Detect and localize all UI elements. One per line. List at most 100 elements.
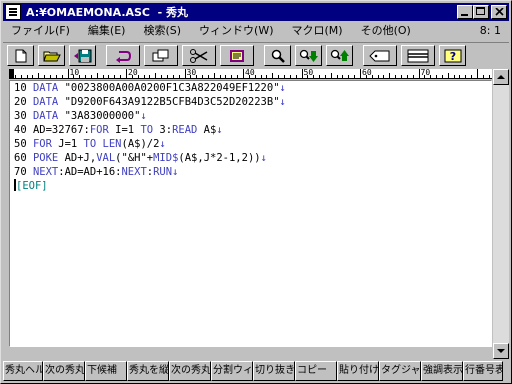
code-line[interactable]: 50 FOR J=1 TO LEN(A$)/2↓ (14, 137, 166, 151)
search-down-icon (299, 49, 318, 62)
scroll-down-button[interactable] (493, 343, 509, 359)
ruler-tick (20, 75, 22, 78)
ruler-label: 30 (186, 69, 197, 77)
ruler-tick (9, 69, 10, 78)
app-window: A:¥OMAEMONA.ASC - 秀丸 ファイル(F) 編集(E) 検索(S)… (0, 0, 512, 384)
ruler-tick (354, 75, 356, 78)
fkey-4[interactable]: 秀丸を縦 (127, 361, 169, 381)
ruler-tick (67, 69, 69, 78)
fkey-7[interactable]: 切り抜き (253, 361, 295, 381)
search-icon (271, 49, 285, 63)
new-file-button[interactable] (7, 45, 34, 66)
maximize-button[interactable] (473, 5, 489, 19)
close-button[interactable] (491, 5, 507, 19)
ruler-label: 10 (69, 69, 80, 77)
menu-window[interactable]: ウィンドウ(W) (190, 22, 282, 40)
save-button[interactable] (69, 45, 96, 66)
ruler-tick (55, 75, 57, 78)
ruler-tick (324, 75, 326, 78)
ruler-tick (61, 75, 63, 78)
search-button[interactable] (264, 45, 291, 66)
scroll-up-button[interactable] (493, 69, 509, 85)
code-line[interactable]: 70 NEXT:AD=AD+16:NEXT:RUN↓ (14, 165, 178, 179)
fkey-10[interactable]: タグジャン (379, 361, 421, 381)
tag-jump-icon (369, 50, 390, 61)
menu-edit[interactable]: 編集(E) (79, 22, 135, 40)
copy-button[interactable] (144, 45, 178, 66)
arrow-up-icon (497, 75, 505, 79)
ruler-tick (377, 75, 379, 78)
ruler-tick (196, 75, 198, 78)
cut-button[interactable] (182, 45, 216, 66)
ruler-tick (184, 69, 186, 78)
fkey-8[interactable]: コピー (295, 361, 337, 381)
ruler-tick (342, 75, 344, 78)
ruler-tick (85, 75, 87, 78)
code-line[interactable]: 30 DATA "3A83000000"↓ (14, 109, 147, 123)
search-up-button[interactable] (326, 45, 353, 66)
text-editor-area[interactable]: 10 DATA "0023800A00A0200F1C3A822049EF122… (9, 80, 492, 347)
copy-icon (152, 49, 169, 61)
split-window-button[interactable] (401, 45, 435, 66)
ruler-tick (26, 75, 28, 78)
vertical-scrollbar[interactable] (493, 69, 509, 359)
ruler-tick (161, 75, 163, 78)
tag-jump-button[interactable] (363, 45, 397, 66)
ruler-tick (155, 73, 157, 78)
ruler-label: 40 (245, 69, 255, 77)
fkey-9[interactable]: 貼り付け (337, 361, 379, 381)
ruler-tick (202, 75, 204, 78)
ruler-label: 50 (303, 69, 314, 77)
cursor-position: 8: 1 (479, 24, 501, 37)
hidemaru-app-icon[interactable] (5, 4, 21, 20)
ruler-tick (447, 73, 449, 78)
ruler-tick (418, 69, 420, 78)
ruler-tick (348, 75, 350, 78)
code-line[interactable]: 60 POKE AD+J,VAL("&H"+MID$(A$,J*2-1,2))↓ (14, 151, 267, 165)
ruler-tick (383, 75, 385, 78)
ruler-tick (400, 75, 402, 78)
ruler-tick (465, 75, 467, 78)
ruler-tick (49, 75, 51, 78)
ruler-tick (213, 73, 215, 78)
menu-macro[interactable]: マクロ(M) (283, 22, 352, 40)
fkey-1[interactable]: 秀丸ヘル (3, 361, 43, 381)
fkey-11[interactable]: 強調表示 (421, 361, 463, 381)
paste-button[interactable] (220, 45, 254, 66)
ruler-tick (126, 69, 127, 78)
code-line[interactable]: 20 DATA "D9200F643A9122B5CFB4D3C52D20223… (14, 95, 286, 109)
ruler-tick (319, 75, 321, 78)
fkey-12[interactable]: 行番号表 (463, 361, 503, 381)
ruler-tick (260, 75, 262, 78)
ruler-tick (14, 75, 16, 78)
menu-search[interactable]: 検索(S) (134, 22, 190, 40)
undo-button[interactable] (106, 45, 140, 66)
minimize-button[interactable] (457, 5, 473, 19)
menu-other[interactable]: その他(O) (352, 22, 420, 40)
ruler-label: 70 (420, 69, 431, 77)
fkey-5[interactable]: 次の秀丸 (169, 361, 211, 381)
paste-icon (230, 49, 244, 62)
open-file-button[interactable] (38, 45, 65, 66)
minimize-icon (461, 14, 468, 16)
menu-file[interactable]: ファイル(F) (3, 22, 79, 40)
ruler-tick (231, 75, 233, 78)
fkey-3[interactable]: 下候補 (85, 361, 127, 381)
help-button[interactable]: ? (439, 45, 466, 66)
search-down-button[interactable] (295, 45, 322, 66)
fkey-6[interactable]: 分割ウィン (211, 361, 253, 381)
fkey-2[interactable]: 次の秀丸 (43, 361, 85, 381)
undo-icon (116, 50, 132, 63)
ruler-tick (149, 75, 151, 78)
code-line[interactable]: 40 AD=32767:FOR I=1 TO 3:READ A$↓ (14, 123, 223, 137)
ruler-label: 60 (362, 69, 372, 77)
ruler-tick (272, 73, 274, 78)
split-window-icon (407, 49, 429, 62)
window-title: A:¥OMAEMONA.ASC - 秀丸 (26, 6, 189, 19)
code-line[interactable]: 10 DATA "0023800A00A0200F1C3A822049EF122… (14, 81, 286, 95)
title-bar[interactable]: A:¥OMAEMONA.ASC - 秀丸 (3, 3, 509, 21)
ruler-tick (178, 75, 180, 78)
ruler-tick (108, 75, 110, 78)
ruler-tick (313, 75, 315, 78)
eof-marker: [EOF] (14, 179, 48, 192)
